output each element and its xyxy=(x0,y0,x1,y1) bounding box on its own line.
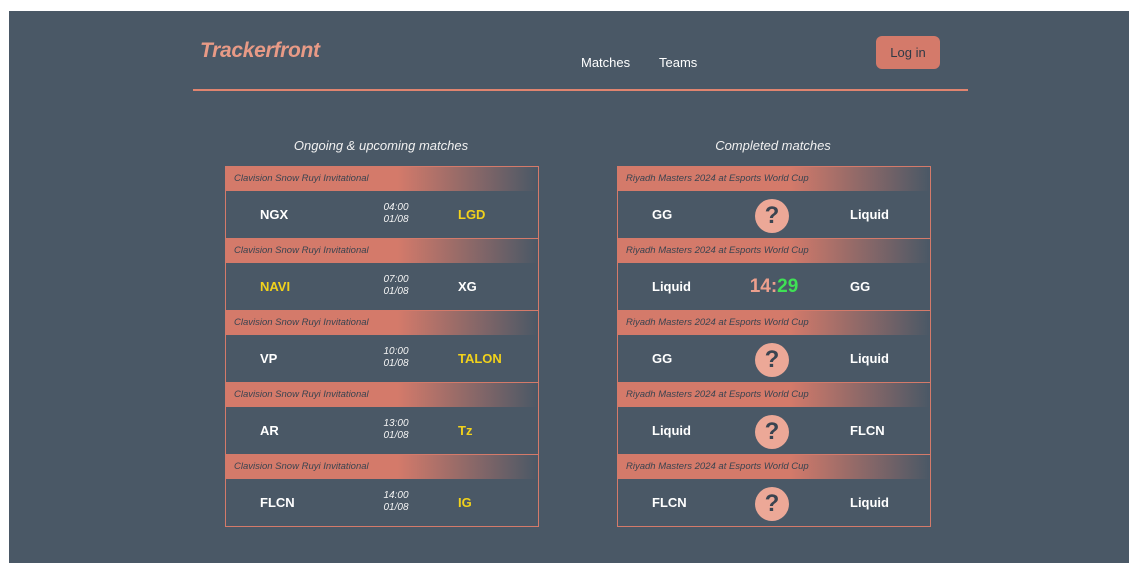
upcoming-match-card[interactable]: Clavision Snow Ruyi Invitational NGX 04:00… xyxy=(226,167,538,239)
team-2-name: Liquid xyxy=(850,495,889,510)
match-date: 01/08 xyxy=(383,214,409,225)
upcoming-match-card[interactable]: Clavision Snow Ruyi Invitational FLCN 14:0… xyxy=(226,455,538,526)
team-1-name: Liquid xyxy=(652,279,691,294)
completed-match-card[interactable]: Riyadh Masters 2024 at Esports World Cup… xyxy=(618,383,930,455)
match-time: 14:00 01/08 xyxy=(366,490,426,514)
site-logo[interactable]: Trackerfront xyxy=(200,39,320,63)
completed-matches-list: Riyadh Masters 2024 at Esports World Cup… xyxy=(617,166,931,527)
team-1-score: 14 xyxy=(749,276,771,297)
team-1-name: NAVI xyxy=(260,279,291,294)
team-2-name: XG xyxy=(458,279,477,294)
match-start-time: 04:00 xyxy=(383,202,409,213)
team-2-name: GG xyxy=(850,279,871,294)
upcoming-match-card[interactable]: Clavision Snow Ruyi Invitational AR 13:00 0… xyxy=(226,383,538,455)
tournament-name: Riyadh Masters 2024 at Esports World Cup xyxy=(618,455,930,479)
team-1-name: NGX xyxy=(260,207,289,222)
hidden-result-icon[interactable]: ? xyxy=(755,343,789,377)
team-1-name: VP xyxy=(260,351,278,366)
tournament-name: Riyadh Masters 2024 at Esports World Cup xyxy=(618,167,930,191)
completed-match-card[interactable]: Riyadh Masters 2024 at Esports World Cup… xyxy=(618,455,930,526)
app-frame: Trackerfront Matches Teams Log in Ongoin… xyxy=(9,11,1129,563)
match-date: 01/08 xyxy=(383,502,409,513)
tournament-name: Riyadh Masters 2024 at Esports World Cup xyxy=(618,239,930,263)
hidden-result-icon[interactable]: ? xyxy=(755,199,789,233)
team-2-name: Liquid xyxy=(850,351,889,366)
tournament-name: Clavision Snow Ruyi Invitational xyxy=(226,455,538,479)
upcoming-match-card[interactable]: Clavision Snow Ruyi Invitational VP 10:00 0… xyxy=(226,311,538,383)
match-time: 13:00 01/08 xyxy=(366,418,426,442)
tournament-name: Riyadh Masters 2024 at Esports World Cup xyxy=(618,311,930,335)
nav-teams-link[interactable]: Teams xyxy=(659,55,697,70)
upcoming-match-card[interactable]: Clavision Snow Ruyi Invitational NAVI 07:0… xyxy=(226,239,538,311)
hidden-result-icon[interactable]: ? xyxy=(755,487,789,521)
tournament-name: Clavision Snow Ruyi Invitational xyxy=(226,383,538,407)
upcoming-matches-list: Clavision Snow Ruyi Invitational NGX 04:00… xyxy=(225,166,539,527)
match-start-time: 07:00 xyxy=(383,274,409,285)
completed-section-title: Completed matches xyxy=(715,138,831,153)
team-2-name: LGD xyxy=(458,207,486,222)
match-time: 10:00 01/08 xyxy=(366,346,426,370)
team-1-name: FLCN xyxy=(260,495,295,510)
team-1-name: GG xyxy=(652,207,673,222)
completed-match-card[interactable]: Riyadh Masters 2024 at Esports World Cup… xyxy=(618,239,930,311)
tournament-name: Clavision Snow Ruyi Invitational xyxy=(226,239,538,263)
match-time: 04:00 01/08 xyxy=(366,202,426,226)
completed-match-card[interactable]: Riyadh Masters 2024 at Esports World Cup… xyxy=(618,311,930,383)
upcoming-section-title: Ongoing & upcoming matches xyxy=(293,138,469,153)
match-start-time: 14:00 xyxy=(383,490,409,501)
team-1-name: AR xyxy=(260,423,279,438)
team-1-name: FLCN xyxy=(652,495,687,510)
match-date: 01/08 xyxy=(383,430,409,441)
match-start-time: 10:00 xyxy=(383,346,409,357)
header-divider xyxy=(193,89,968,91)
match-date: 01/08 xyxy=(383,286,409,297)
tournament-name: Clavision Snow Ruyi Invitational xyxy=(226,311,538,335)
match-time: 07:00 01/08 xyxy=(366,274,426,298)
match-date: 01/08 xyxy=(383,358,409,369)
team-2-name: Tz xyxy=(458,423,473,438)
match-score: 14:29 xyxy=(738,263,810,310)
tournament-name: Riyadh Masters 2024 at Esports World Cup xyxy=(618,383,930,407)
login-button[interactable]: Log in xyxy=(876,36,940,69)
team-2-name: Liquid xyxy=(850,207,889,222)
team-1-name: GG xyxy=(652,351,673,366)
match-start-time: 13:00 xyxy=(383,418,409,429)
team-1-name: Liquid xyxy=(652,423,691,438)
team-2-name: TALON xyxy=(458,351,502,366)
tournament-name: Clavision Snow Ruyi Invitational xyxy=(226,167,538,191)
team-2-name: FLCN xyxy=(850,423,885,438)
nav-matches-link[interactable]: Matches xyxy=(581,55,630,70)
team-2-score: 29 xyxy=(777,276,799,297)
completed-match-card[interactable]: Riyadh Masters 2024 at Esports World Cup… xyxy=(618,167,930,239)
hidden-result-icon[interactable]: ? xyxy=(755,415,789,449)
team-2-name: IG xyxy=(458,495,472,510)
